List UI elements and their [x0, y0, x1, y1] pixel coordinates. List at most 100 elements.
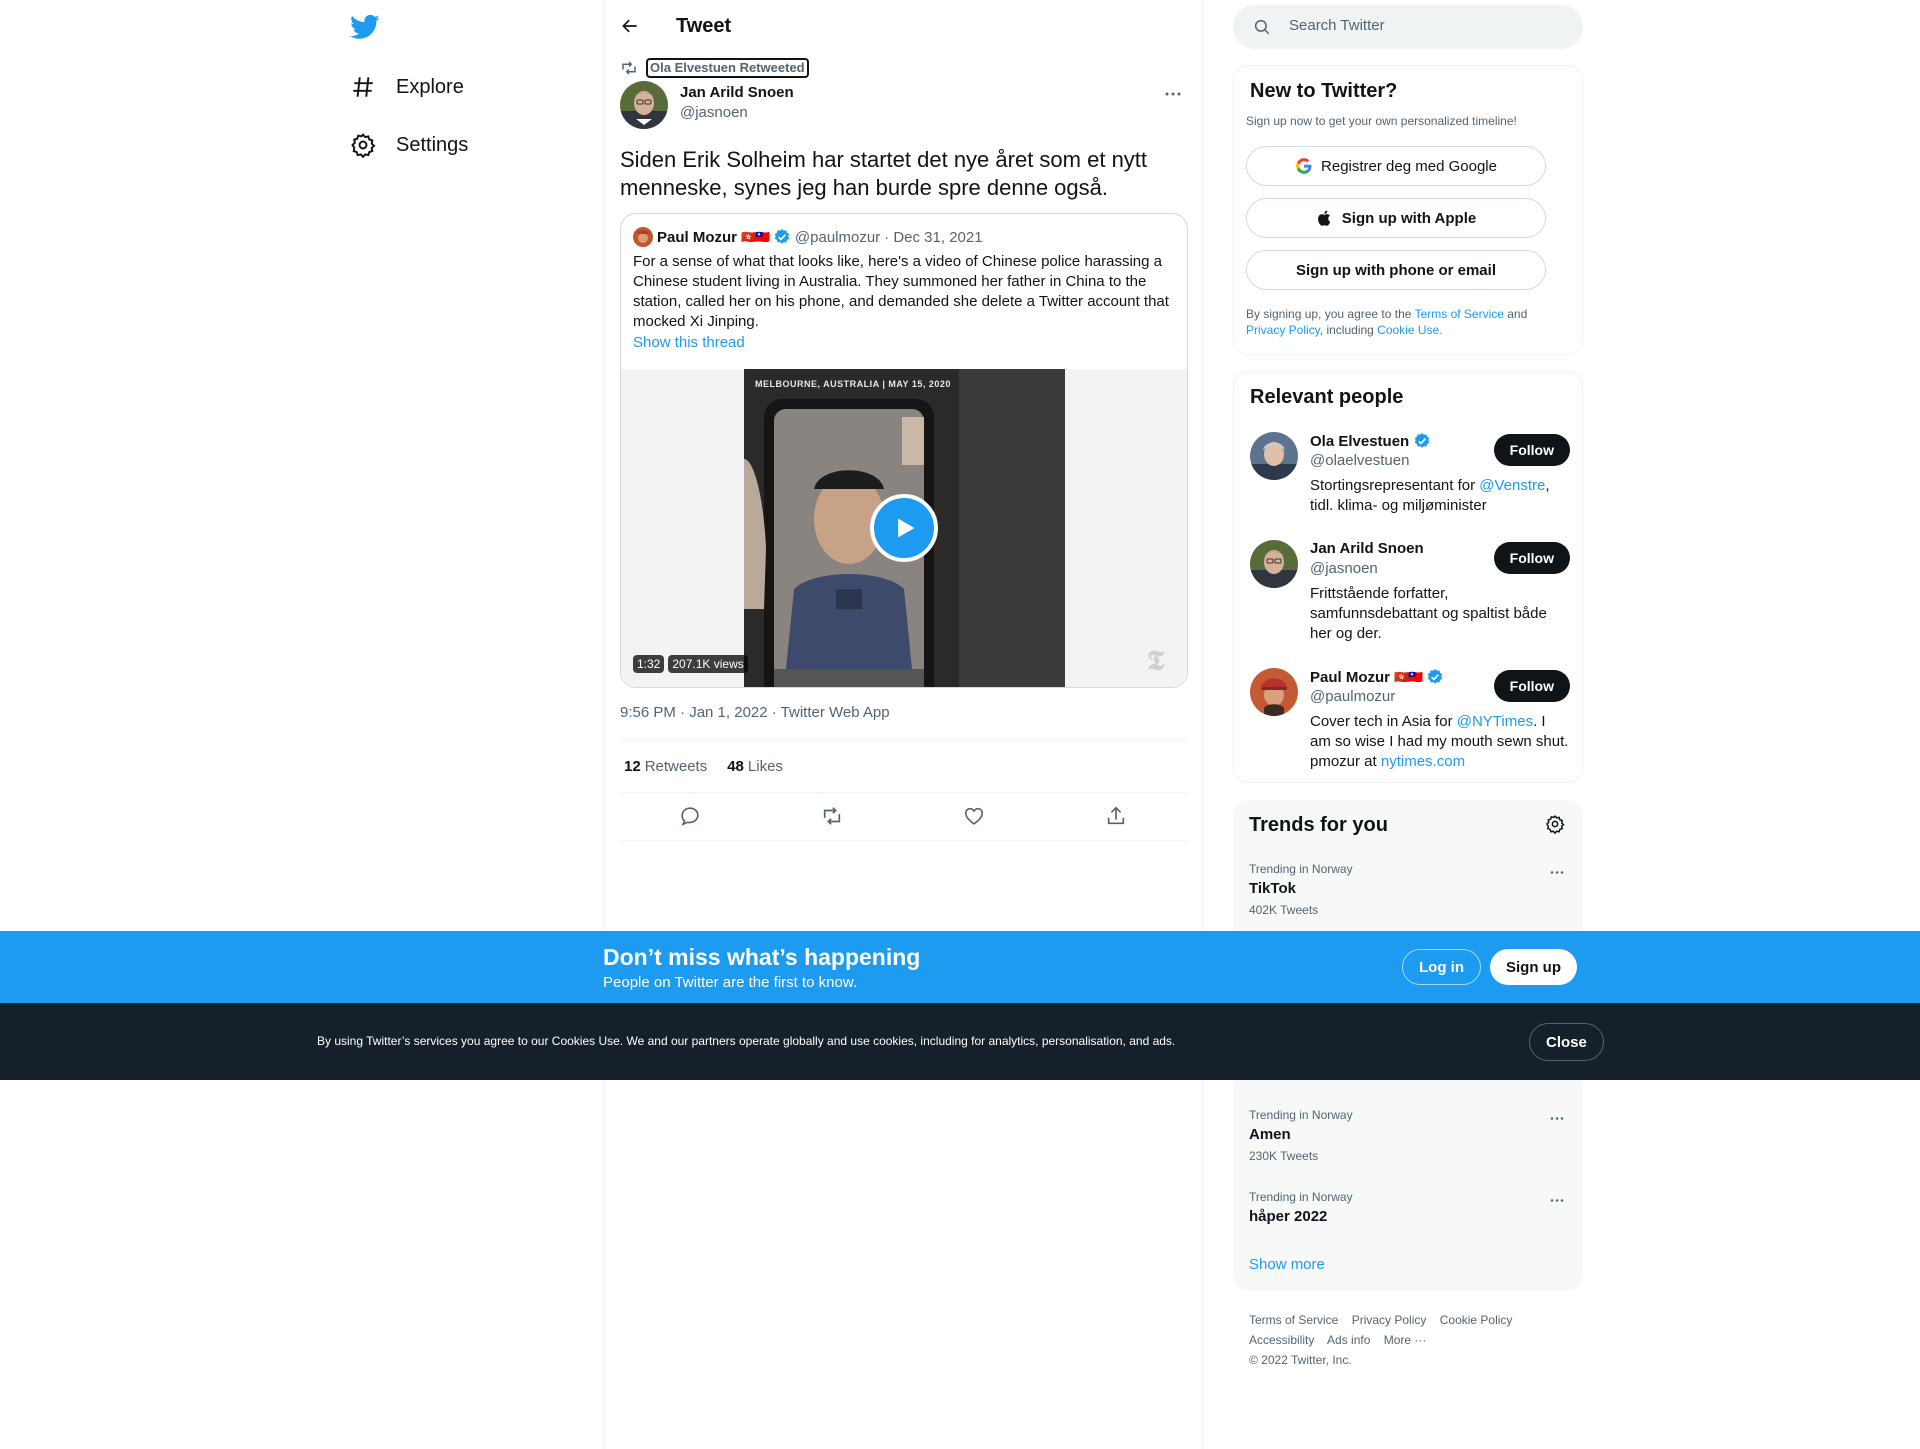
flag-emojis: 🇭🇰🇹🇼 [741, 230, 770, 244]
ellipsis-icon [1550, 1116, 1564, 1120]
follow-button[interactable]: Follow [1493, 542, 1570, 574]
nav-explore[interactable]: Explore [350, 67, 464, 107]
trend-name: TikTok [1249, 880, 1296, 897]
person-handle: @paulmozur [1310, 688, 1396, 705]
cookie-banner: By using Twitter’s services you agree to… [0, 1003, 1920, 1080]
twitter-logo-icon[interactable] [350, 12, 380, 42]
person-name-text: Ola Elvestuen [1310, 432, 1410, 450]
trend-context: Trending in Norway [1249, 1190, 1353, 1204]
legal-and: and [1503, 307, 1528, 321]
search-box[interactable] [1233, 5, 1583, 49]
video-views: 207.1K views [668, 655, 748, 673]
footer-link[interactable]: More ··· [1384, 1333, 1427, 1347]
main-column: Tweet Ola Elvestuen Retweeted Jan Arild … [603, 0, 1203, 1449]
avatar[interactable] [1250, 668, 1298, 716]
gear-icon[interactable] [1545, 814, 1567, 836]
flag-emojis: 🇭🇰🇹🇼 [1394, 670, 1423, 684]
footer-link[interactable]: Ads info [1327, 1333, 1370, 1347]
signup-legal-text: By signing up, you agree to the Terms of… [1246, 306, 1566, 338]
ellipsis-icon [1550, 870, 1564, 874]
close-button[interactable]: Close [1529, 1023, 1604, 1061]
bio-mention-link[interactable]: @Venstre [1479, 477, 1545, 494]
trend-item[interactable]: Trending in Norway TikTok 402K Tweets [1249, 862, 1569, 917]
bio-mention-link[interactable]: @NYTimes [1457, 713, 1533, 730]
reply-icon[interactable] [679, 805, 703, 829]
trend-more-button[interactable] [1545, 1190, 1569, 1210]
quoted-author-handle: @paulmozur [794, 228, 881, 246]
quoted-tweet-text: For a sense of what that looks like, her… [633, 253, 1169, 330]
play-button[interactable] [870, 494, 938, 562]
panel-title: Trends for you [1249, 814, 1388, 836]
apple-signup-label: Sign up with Apple [1341, 209, 1477, 227]
tweet-timestamp[interactable]: 9:56 PM · Jan 1, 2022 · Twitter Web App [620, 704, 890, 721]
footer-link[interactable]: Cookie Policy [1440, 1313, 1513, 1327]
trend-more-button[interactable] [1545, 862, 1569, 882]
bio-url-link[interactable]: nytimes.com [1381, 753, 1465, 770]
copyright: © 2022 Twitter, Inc. [1249, 1353, 1352, 1367]
trend-item[interactable]: Trending in Norway håper 2022 [1249, 1190, 1569, 1225]
signup-subline: People on Twitter are the first to know. [603, 974, 858, 991]
trend-context: Trending in Norway [1249, 862, 1353, 876]
share-icon[interactable] [1105, 805, 1129, 829]
apple-signup-button[interactable]: Sign up with Apple [1246, 198, 1546, 238]
video-caption: MELBOURNE, AUSTRALIA | MAY 15, 2020 [755, 379, 951, 389]
legal-prefix: By signing up, you agree to the [1246, 307, 1415, 321]
tweet-text: Siden Erik Solheim har startet det nye å… [620, 147, 1148, 200]
avatar [633, 227, 653, 247]
google-signup-label: Registrer deg med Google [1321, 157, 1497, 175]
avatar[interactable] [1250, 540, 1298, 588]
more-options-button[interactable] [1158, 82, 1188, 106]
video-player[interactable]: MELBOURNE, AUSTRALIA | MAY 15, 2020 1:32… [621, 369, 1187, 687]
google-signup-button[interactable]: Registrer deg med Google [1246, 146, 1546, 186]
person-name[interactable]: Jan Arild Snoen [1310, 540, 1424, 557]
follow-button[interactable]: Follow [1493, 670, 1570, 702]
verified-badge-icon [1426, 668, 1444, 686]
google-icon [1295, 157, 1313, 175]
quoted-tweet[interactable]: Paul Mozur 🇭🇰🇹🇼 @paulmozur · Dec 31, 202… [620, 213, 1188, 688]
search-icon [1253, 18, 1271, 36]
nav-settings[interactable]: Settings [350, 125, 468, 165]
trend-item[interactable]: Trending in Norway Amen 230K Tweets [1249, 1108, 1569, 1163]
phone-email-signup-button[interactable]: Sign up with phone or email [1246, 250, 1546, 290]
tweet-actions [620, 793, 1188, 841]
author-name[interactable]: Jan Arild Snoen [680, 84, 794, 101]
person-name[interactable]: Paul Mozur 🇭🇰🇹🇼 [1310, 668, 1448, 686]
avatar[interactable] [620, 81, 668, 129]
quoted-date: · Dec 31, 2021 [884, 228, 983, 246]
nav-explore-label: Explore [396, 75, 464, 98]
search-input[interactable] [1289, 17, 1559, 34]
back-button[interactable] [612, 8, 648, 44]
signup-button[interactable]: Sign up [1490, 949, 1577, 985]
retweet-context-link[interactable]: Ola Elvestuen Retweeted [646, 58, 809, 78]
relevant-people-panel: Relevant people Ola Elvestuen @olaelvest… [1233, 371, 1583, 783]
person-bio: Frittstående forfatter, samfunnsdebattan… [1310, 585, 1547, 642]
footer-link[interactable]: Privacy Policy [1352, 1313, 1427, 1327]
show-more-link[interactable]: Show more [1249, 1256, 1325, 1273]
cookie-text: By using Twitter’s services you agree to… [317, 1034, 1176, 1048]
like-count[interactable]: 48 [727, 758, 744, 775]
panel-title: Relevant people [1250, 386, 1404, 408]
like-label[interactable]: Likes [748, 758, 783, 775]
login-button[interactable]: Log in [1402, 949, 1481, 985]
footer-link[interactable]: Accessibility [1249, 1333, 1314, 1347]
terms-link[interactable]: Terms of Service [1415, 307, 1504, 321]
video-badges: 1:32 207.1K views [633, 655, 748, 673]
nav-settings-label: Settings [396, 133, 469, 156]
retweet-label[interactable]: Retweets [645, 758, 708, 775]
person-name[interactable]: Ola Elvestuen [1310, 432, 1435, 450]
privacy-link[interactable]: Privacy Policy [1246, 323, 1320, 337]
follow-button[interactable]: Follow [1493, 434, 1570, 466]
avatar[interactable] [1250, 432, 1298, 480]
retweet-count[interactable]: 12 [624, 758, 641, 775]
cookie-use-link[interactable]: Cookie Use. [1377, 323, 1442, 337]
like-icon[interactable] [963, 805, 987, 829]
trend-more-button[interactable] [1545, 1108, 1569, 1128]
retweet-icon[interactable] [821, 805, 845, 829]
page-title: Tweet [676, 15, 732, 37]
show-thread-link[interactable]: Show this thread [633, 334, 745, 351]
footer-links-row: Terms of Service Privacy Policy Cookie P… [1249, 1310, 1569, 1330]
footer-link[interactable]: Terms of Service [1249, 1313, 1338, 1327]
signup-headline: Don’t miss what’s happening [603, 944, 921, 970]
author-handle[interactable]: @jasnoen [680, 104, 748, 121]
retweet-context: Ola Elvestuen Retweeted [620, 58, 809, 78]
